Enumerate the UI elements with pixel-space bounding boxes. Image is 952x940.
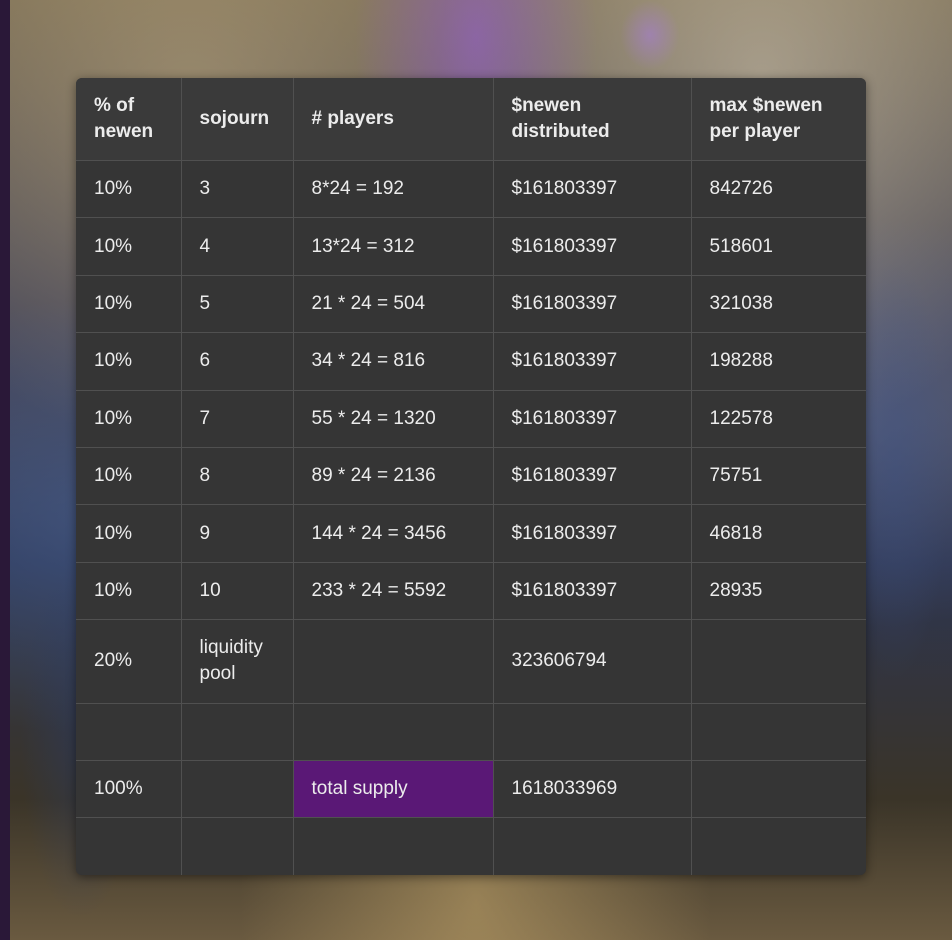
- header-players: # players: [292, 78, 494, 161]
- cell-total-supply-highlight: total supply: [292, 760, 494, 819]
- table-row: 20% liquidity pool 323606794: [76, 619, 866, 704]
- cell-max-per-player: 122578: [690, 389, 866, 448]
- cell-players: 89 * 24 = 2136: [292, 446, 494, 506]
- cell-players: 13*24 = 312: [292, 217, 494, 276]
- table-row: [76, 702, 866, 762]
- cell-players: 8*24 = 192: [292, 159, 494, 219]
- cell-percent: 10%: [76, 561, 182, 621]
- cell-percent: 100%: [76, 760, 182, 819]
- cell-percent: [76, 817, 182, 875]
- cell-max-per-player: 198288: [690, 332, 866, 391]
- cell-max-per-player: [690, 817, 866, 875]
- cell-players: 34 * 24 = 816: [292, 332, 494, 391]
- table-header-row: % of newen sojourn # players $newen dist…: [76, 78, 866, 161]
- cell-sojourn: 9: [180, 504, 294, 563]
- cell-max-per-player: [690, 702, 866, 762]
- cell-max-per-player: 28935: [690, 561, 866, 621]
- header-percent-of-newen: % of newen: [76, 78, 182, 161]
- cell-players: 233 * 24 = 5592: [292, 561, 494, 621]
- cell-distributed: [492, 817, 692, 875]
- cell-distributed: $161803397: [492, 159, 692, 219]
- distribution-table: % of newen sojourn # players $newen dist…: [76, 78, 866, 875]
- header-max-newen-per-player: max $newen per player: [690, 78, 866, 161]
- header-sojourn: sojourn: [180, 78, 294, 161]
- cell-distributed: $161803397: [492, 274, 692, 334]
- cell-distributed: $161803397: [492, 389, 692, 448]
- cell-sojourn: 3: [180, 159, 294, 219]
- cell-max-per-player: 842726: [690, 159, 866, 219]
- cell-distributed: $161803397: [492, 446, 692, 506]
- cell-max-per-player: [690, 760, 866, 819]
- table-row: [76, 817, 866, 875]
- table-row: 10% 8 89 * 24 = 2136 $161803397 75751: [76, 446, 866, 506]
- cell-max-per-player: 321038: [690, 274, 866, 334]
- cell-players: [292, 817, 494, 875]
- cell-percent: 10%: [76, 217, 182, 276]
- cell-players: 144 * 24 = 3456: [292, 504, 494, 563]
- table-row: 10% 4 13*24 = 312 $161803397 518601: [76, 217, 866, 276]
- cell-distributed: $161803397: [492, 217, 692, 276]
- cell-sojourn: 10: [180, 561, 294, 621]
- cell-sojourn: 6: [180, 332, 294, 391]
- cell-distributed: 323606794: [492, 619, 692, 704]
- cell-percent: 10%: [76, 389, 182, 448]
- cell-percent: 20%: [76, 619, 182, 704]
- cell-distributed: $161803397: [492, 332, 692, 391]
- table-row: 10% 6 34 * 24 = 816 $161803397 198288: [76, 332, 866, 391]
- cell-players: [292, 702, 494, 762]
- table-row: 10% 7 55 * 24 = 1320 $161803397 122578: [76, 389, 866, 448]
- cell-sojourn: 4: [180, 217, 294, 276]
- cell-distributed: 1618033969: [492, 760, 692, 819]
- cell-players: 55 * 24 = 1320: [292, 389, 494, 448]
- cell-percent: 10%: [76, 504, 182, 563]
- header-newen-distributed: $newen distributed: [492, 78, 692, 161]
- cell-sojourn: [180, 760, 294, 819]
- cell-max-per-player: 46818: [690, 504, 866, 563]
- distribution-table-card: % of newen sojourn # players $newen dist…: [76, 78, 866, 875]
- cell-max-per-player: [690, 619, 866, 704]
- cell-sojourn: [180, 702, 294, 762]
- cell-sojourn: [180, 817, 294, 875]
- cell-percent: 10%: [76, 159, 182, 219]
- table-row: 10% 9 144 * 24 = 3456 $161803397 46818: [76, 504, 866, 563]
- cell-players: 21 * 24 = 504: [292, 274, 494, 334]
- cell-distributed: [492, 702, 692, 762]
- cell-sojourn: liquidity pool: [180, 619, 294, 704]
- cell-sojourn: 7: [180, 389, 294, 448]
- cell-max-per-player: 75751: [690, 446, 866, 506]
- cell-percent: 10%: [76, 274, 182, 334]
- page-background: % of newen sojourn # players $newen dist…: [0, 0, 952, 940]
- cell-sojourn: 8: [180, 446, 294, 506]
- table-row: 100% total supply 1618033969: [76, 760, 866, 819]
- cell-percent: [76, 702, 182, 762]
- cell-sojourn: 5: [180, 274, 294, 334]
- cell-max-per-player: 518601: [690, 217, 866, 276]
- cell-percent: 10%: [76, 332, 182, 391]
- cell-distributed: $161803397: [492, 561, 692, 621]
- background-artwork: [620, 0, 680, 70]
- cell-players: [292, 619, 494, 704]
- window-edge: [0, 0, 10, 940]
- table-row: 10% 5 21 * 24 = 504 $161803397 321038: [76, 274, 866, 334]
- table-row: 10% 10 233 * 24 = 5592 $161803397 28935: [76, 561, 866, 621]
- cell-distributed: $161803397: [492, 504, 692, 563]
- table-row: 10% 3 8*24 = 192 $161803397 842726: [76, 159, 866, 219]
- cell-percent: 10%: [76, 446, 182, 506]
